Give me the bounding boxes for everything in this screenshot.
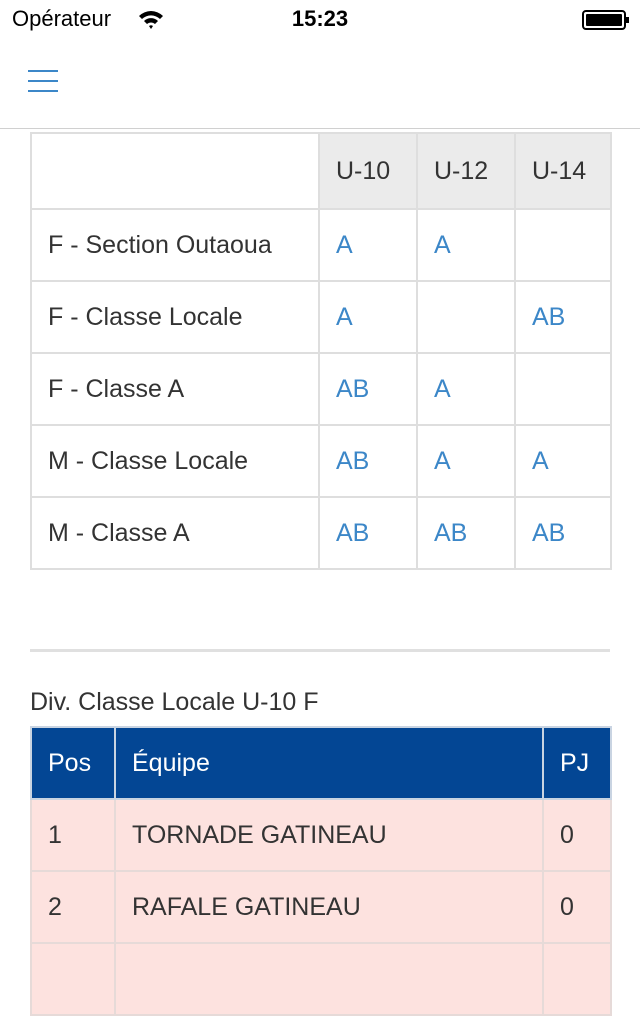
division-link[interactable]: AB bbox=[318, 352, 418, 426]
standings-table: Pos Équipe PJ 1 TORNADE GATINEAU 0 2 RAF… bbox=[30, 726, 612, 1016]
division-matrix-table: U-10 U-12 U-14 F - Section Outaoua A A F… bbox=[30, 132, 612, 570]
division-link[interactable] bbox=[514, 208, 612, 282]
app-header bbox=[0, 40, 640, 129]
matrix-row-label: M - Classe A bbox=[30, 496, 320, 570]
team-name[interactable] bbox=[114, 942, 544, 1016]
team-position: 2 bbox=[30, 870, 116, 944]
division-link[interactable]: AB bbox=[318, 424, 418, 498]
matrix-column-header: U-12 bbox=[416, 132, 516, 210]
standings-caption: Div. Classe Locale U-10 F bbox=[30, 688, 319, 716]
division-link[interactable]: A bbox=[416, 424, 516, 498]
matrix-row-label: F - Classe A bbox=[30, 352, 320, 426]
matrix-header-row: U-10 U-12 U-14 bbox=[30, 132, 612, 210]
column-header-gp[interactable]: PJ bbox=[542, 726, 612, 800]
division-link[interactable] bbox=[514, 352, 612, 426]
division-link[interactable]: A bbox=[514, 424, 612, 498]
division-link[interactable]: A bbox=[318, 280, 418, 354]
table-row: 2 RAFALE GATINEAU 0 bbox=[30, 870, 612, 944]
games-played bbox=[542, 942, 612, 1016]
team-position bbox=[30, 942, 116, 1016]
status-bar: Opérateur 15:23 bbox=[0, 0, 640, 40]
hamburger-menu-icon[interactable] bbox=[28, 68, 62, 98]
division-link[interactable]: A bbox=[416, 352, 516, 426]
team-name[interactable]: RAFALE GATINEAU bbox=[114, 870, 544, 944]
table-row: 1 TORNADE GATINEAU 0 bbox=[30, 798, 612, 872]
matrix-row: F - Classe A AB A bbox=[30, 352, 612, 426]
matrix-row-label: F - Classe Locale bbox=[30, 280, 320, 354]
standings-header-row: Pos Équipe PJ bbox=[30, 726, 612, 800]
games-played: 0 bbox=[542, 798, 612, 872]
section-divider bbox=[30, 649, 610, 652]
division-link[interactable]: A bbox=[318, 208, 418, 282]
matrix-column-header: U-10 bbox=[318, 132, 418, 210]
team-position: 1 bbox=[30, 798, 116, 872]
games-played: 0 bbox=[542, 870, 612, 944]
division-link[interactable] bbox=[416, 280, 516, 354]
matrix-row: F - Classe Locale A AB bbox=[30, 280, 612, 354]
matrix-corner-cell bbox=[30, 132, 320, 210]
division-link[interactable]: AB bbox=[514, 496, 612, 570]
matrix-row: M - Classe A AB AB AB bbox=[30, 496, 612, 570]
matrix-column-header: U-14 bbox=[514, 132, 612, 210]
division-link[interactable]: AB bbox=[318, 496, 418, 570]
column-header-team[interactable]: Équipe bbox=[114, 726, 544, 800]
clock: 15:23 bbox=[291, 6, 349, 31]
matrix-row: F - Section Outaoua A A bbox=[30, 208, 612, 282]
division-link[interactable]: AB bbox=[514, 280, 612, 354]
matrix-row-label: F - Section Outaoua bbox=[30, 208, 320, 282]
division-link[interactable]: A bbox=[416, 208, 516, 282]
table-row bbox=[30, 942, 612, 1016]
division-link[interactable]: AB bbox=[416, 496, 516, 570]
column-header-pos[interactable]: Pos bbox=[30, 726, 116, 800]
matrix-row-label: M - Classe Locale bbox=[30, 424, 320, 498]
battery-icon bbox=[582, 10, 629, 30]
matrix-row: M - Classe Locale AB A A bbox=[30, 424, 612, 498]
team-name[interactable]: TORNADE GATINEAU bbox=[114, 798, 544, 872]
